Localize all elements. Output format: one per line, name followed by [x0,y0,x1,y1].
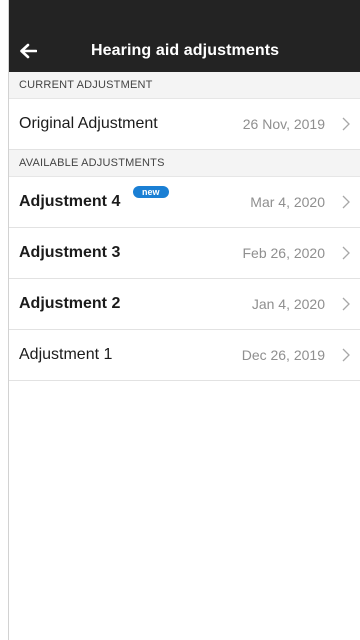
list-item-label: Adjustment 1 [19,346,113,363]
chevron-right-icon [340,246,352,260]
chevron-right-icon [340,297,352,311]
status-bar [9,0,360,30]
chevron-right-icon [340,195,352,209]
chevron-right-icon [340,348,352,362]
app-bar: Hearing aid adjustments [9,30,360,72]
list-item-date: 26 Nov, 2019 [242,116,325,132]
chevron-right-icon [340,117,352,131]
list-item-date: Mar 4, 2020 [250,194,325,210]
list-item-date: Feb 26, 2020 [242,245,325,261]
section-header-available: AVAILABLE ADJUSTMENTS [9,150,360,177]
adjustments-list: CURRENT ADJUSTMENT Original Adjustment 2… [9,72,360,381]
list-item-original-adjustment[interactable]: Original Adjustment 26 Nov, 2019 [9,99,360,150]
new-badge: new [133,186,169,198]
empty-area [9,382,360,640]
page-title: Hearing aid adjustments [91,42,280,59]
list-item-date: Dec 26, 2019 [241,347,325,363]
list-item-adjustment-1[interactable]: Adjustment 1 Dec 26, 2019 [9,330,360,381]
list-item-date: Jan 4, 2020 [251,296,325,312]
list-item-adjustment-3[interactable]: Adjustment 3 Feb 26, 2020 [9,228,360,279]
list-item-label: Adjustment 4 [19,193,121,210]
arrow-left-icon [19,43,37,59]
list-item-label: Original Adjustment [19,115,158,132]
list-item-label: Adjustment 3 [19,244,121,261]
section-header-current: CURRENT ADJUSTMENT [9,72,360,99]
list-item-adjustment-2[interactable]: Adjustment 2 Jan 4, 2020 [9,279,360,330]
back-button[interactable] [9,30,47,72]
list-item-adjustment-4[interactable]: Adjustment 4 new Mar 4, 2020 [9,177,360,228]
left-edge [0,0,8,640]
screen: Hearing aid adjustments CURRENT ADJUSTME… [0,0,360,640]
list-item-label: Adjustment 2 [19,295,121,312]
